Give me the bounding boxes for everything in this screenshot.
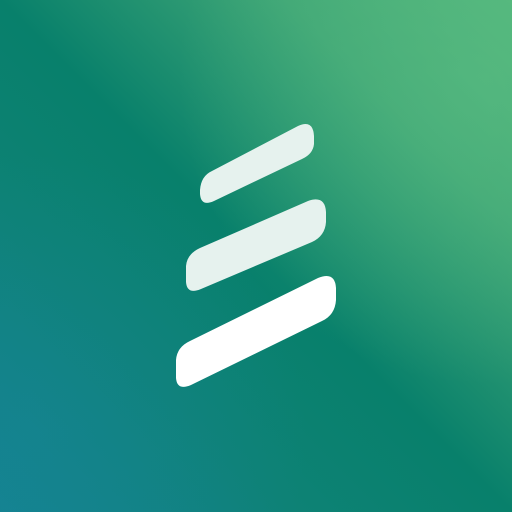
app-icon [0,0,512,512]
stacked-bars-logo-icon [0,0,512,512]
